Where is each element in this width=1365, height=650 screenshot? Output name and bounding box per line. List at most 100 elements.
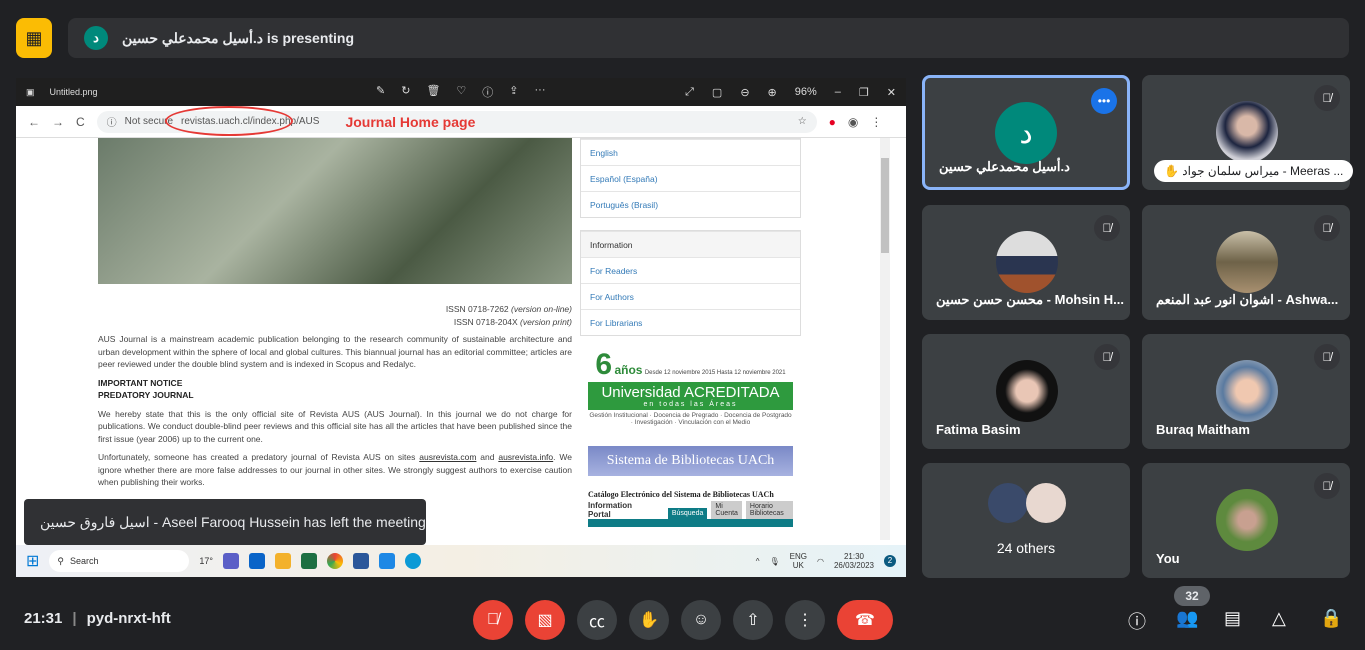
leave-call-button[interactable]: ☎ [837,600,893,640]
camera-off-button[interactable]: ▧ [525,600,565,640]
for-authors: For Authors [581,283,800,309]
scrollbar [880,138,890,540]
more-options-button[interactable]: ⋮ [785,600,825,640]
info-icon: ⓘ [106,118,117,129]
avatar: د [84,26,108,50]
star-icon: ☆ [797,116,807,127]
mic-off-icon: 🎙̸ [1314,85,1340,111]
self-tile[interactable]: 🎙̸ You [1142,463,1350,578]
presenting-label: is presenting [266,29,355,46]
accreditation-banner: 6 años Desde 12 noviembre 2015 Hasta 12 … [588,348,793,426]
avatar [1216,231,1278,293]
building-image [98,138,572,284]
participant-name: ✋ ميراس سلمان جواد - Meeras ... [1154,160,1354,182]
mic-icon: 🎙 [769,556,780,566]
photos-icon [379,553,396,569]
participant-name: 24 others [996,540,1056,556]
link-ausrevista-com: ausrevista.com [419,452,477,462]
host-controls-icon[interactable]: 🔒 [1320,608,1342,629]
emoji-button[interactable]: ☺ [681,600,721,640]
notification-toast: اسيل فاروق حسين - Aseel Farooq Hussein h… [24,499,426,545]
presenting-banner: د د.أسيل محمدعلي حسين is presenting [68,18,1349,58]
information-box: Information For Readers For Authors For Lib… [580,230,801,336]
mic-off-icon: 🎙̸ [1094,344,1120,370]
lang-english: English [581,139,800,165]
captions-button[interactable]: ㏄ [577,600,617,640]
photo-viewer-titlebar: ▣ Untitled.png ✎ ↻ 🗑 ♡ ⓘ ⇪ ··· ⤢ ▢ ⊖ ⊕ 96% – ❐ ✕ [16,78,906,106]
word-icon [353,553,370,569]
chrome-icon [327,553,344,569]
forward-icon: → [52,114,64,129]
delete-icon: 🗑 [426,85,441,97]
language-box: English Español (España) Português (Brasil… [580,138,801,218]
mic-off-icon: 🎙̸ [1094,215,1120,241]
reload-icon: C [76,114,85,129]
avatar [996,231,1058,293]
people-icon[interactable]: 👥 [1176,608,1198,629]
activities-icon[interactable]: △ [1272,608,1286,629]
weather-icon: 17° [199,556,214,566]
link-ausrevista-info: ausrevista.info [498,452,554,462]
avatar [1216,101,1278,163]
presentation-off-icon[interactable]: ▦ [16,18,52,58]
search-icon: ⚲ [57,555,64,566]
zoom-level: 96% [794,86,817,98]
info-icon[interactable]: ⓘ [1128,608,1146,634]
participant-name: اشوان انور عبد المنعم - Ashwa... [1156,292,1339,307]
mail-icon [249,553,266,569]
explorer-icon [275,553,292,569]
share-icon: ⇪ [509,85,519,97]
participant-count-badge: 32 [1174,586,1210,606]
file-name: Untitled.png [49,87,98,97]
actual-size-icon: ▢ [711,86,723,99]
profile-icon: ◉ [847,114,859,129]
expand-icon: ⤢ [685,85,694,98]
participant-tile[interactable]: د ••• د.أسيل محمدعلي حسين [922,75,1130,190]
avatar [988,483,1028,523]
information-portal: Information Portal Búsqueda Mi Cuenta Horar… [588,501,793,527]
windows-start-icon: ⊞ [26,553,40,570]
participant-tile[interactable]: 🎙̸ Buraq Maitham [1142,334,1350,449]
avatar [1026,483,1066,523]
wifi-icon: ◠ [816,556,824,566]
raise-hand-button[interactable]: ✋ [629,600,669,640]
notification-badge: 2 [884,555,896,567]
menu-icon: ⋮ [870,114,883,129]
back-icon: ← [28,114,40,129]
mic-off-icon: 🎙̸ [1314,344,1340,370]
chat-icon[interactable]: ▤ [1224,608,1241,629]
others-tile[interactable]: 24 others [922,463,1130,578]
more-options-icon[interactable]: ••• [1091,88,1117,114]
excel-icon [301,553,318,569]
catalog-title: Catálogo Electrónico del Sistema de Bibl… [588,490,774,499]
participant-tile[interactable]: 🎙̸ اشوان انور عبد المنعم - Ashwa... [1142,205,1350,320]
participant-tile[interactable]: 🎙̸ Fatima Basim [922,334,1130,449]
avatar [996,360,1058,422]
mic-off-icon: 🎙̸ [1314,215,1340,241]
zoom-in-icon: ⊕ [767,86,777,99]
meeting-code: pyd-nrxt-hft [86,610,171,627]
participant-name: Fatima Basim [936,422,1021,437]
edge-icon [405,553,422,569]
zoom-out-icon: ⊖ [740,86,750,99]
avatar [1216,489,1278,551]
presenter-name: د.أسيل محمدعلي حسين [122,29,264,46]
present-button[interactable]: ⇧ [733,600,773,640]
sidebar: English Español (España) Português (Brasil… [580,138,801,527]
windows-taskbar: ⊞ ⚲ Search 17° ^ 🎙 ENG UK ◠ 21:30 26/03/2023… [16,545,906,577]
mic-off-button[interactable]: 🎙̸ [473,600,513,640]
red-annotation-circle [164,105,293,136]
close-icon: ✕ [886,86,896,99]
rotate-icon: ↻ [401,85,411,97]
journal-text: AUS Journal is a mainstream academic pub… [98,334,572,487]
participant-tile[interactable]: 🎙̸ محسن حسن حسين - Mohsin H... [922,205,1130,320]
for-readers: For Readers [581,257,800,283]
browser-toolbar: ← → C ⓘ Not secure revistas.uach.cl/index.ph… [16,105,906,138]
more-icon: ··· [534,84,546,96]
participant-tile[interactable]: 🎙̸ ✋ ميراس سلمان جواد - Meeras ... [1142,75,1354,190]
avatar [1216,360,1278,422]
participant-name: محسن حسن حسين - Mohsin H... [936,292,1124,307]
issn-block: ISSN 0718-7262 (version on-line) ISSN 07… [445,304,572,327]
for-librarians: For Librarians [581,309,800,335]
participant-name: You [1156,551,1180,566]
